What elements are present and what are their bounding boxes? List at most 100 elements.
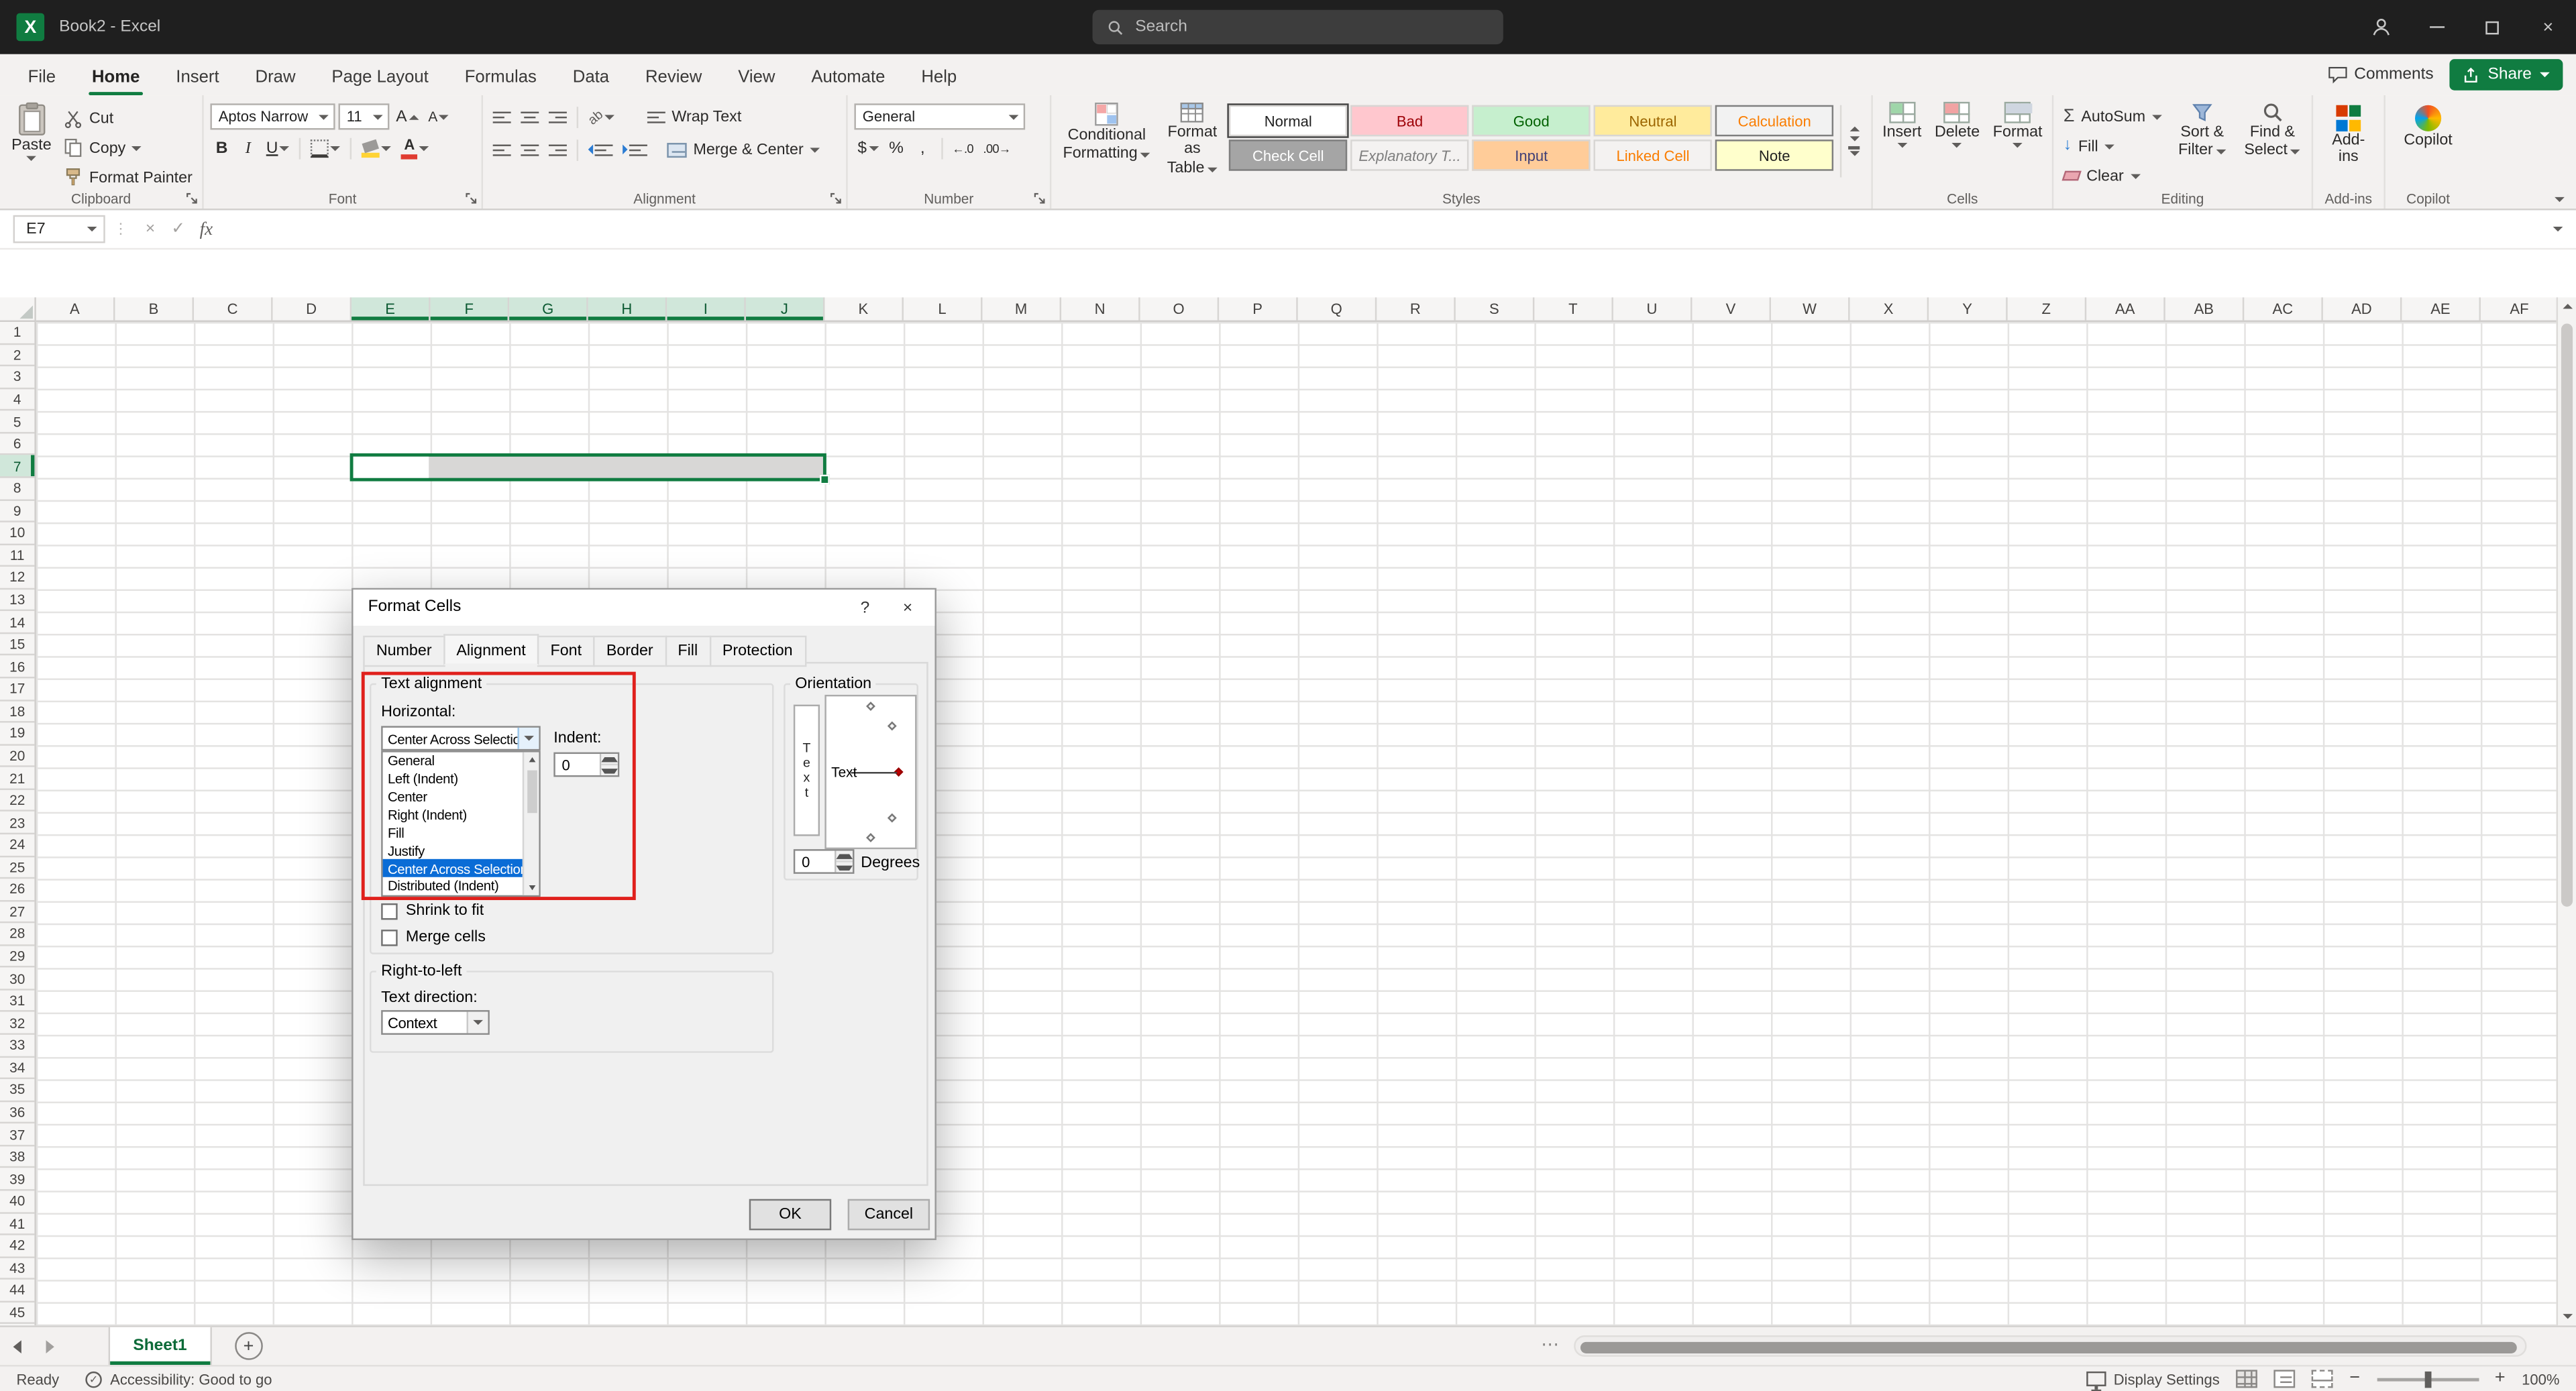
row-header-23[interactable]: 23 [0, 812, 34, 834]
underline-button[interactable]: U [263, 136, 293, 161]
row-header-7[interactable]: 7 [0, 455, 34, 478]
dialog-help-button[interactable]: ? [851, 595, 879, 621]
column-header-A[interactable]: A [36, 297, 115, 320]
vertical-scrollbar[interactable] [2557, 297, 2576, 1325]
alignment-dialog-launcher[interactable] [830, 192, 843, 206]
sheet-scroll-dots-icon[interactable]: ⋯ [1541, 1334, 1559, 1355]
dialog-close-button[interactable]: × [894, 595, 922, 621]
column-header-Y[interactable]: Y [1929, 297, 2008, 320]
zoom-out-button[interactable]: − [2349, 1370, 2360, 1388]
clear-button[interactable]: Clear [2060, 162, 2165, 188]
options-scroll-thumb[interactable] [527, 771, 537, 814]
column-header-AF[interactable]: AF [2481, 297, 2557, 320]
row-header-16[interactable]: 16 [0, 656, 34, 678]
page-break-view-button[interactable] [2312, 1370, 2333, 1388]
zoom-in-button[interactable]: + [2495, 1370, 2506, 1388]
option-distributed-indent[interactable]: Distributed (Indent) [383, 877, 525, 895]
accessibility-status[interactable]: ✓ Accessibility: Good to go [85, 1371, 272, 1387]
row-header-41[interactable]: 41 [0, 1213, 34, 1235]
borders-button[interactable] [308, 136, 344, 161]
cancel-entry-icon[interactable]: × [136, 220, 164, 238]
options-scroll-up-icon[interactable] [524, 757, 539, 762]
column-header-L[interactable]: L [904, 297, 983, 320]
active-cell[interactable] [354, 457, 429, 478]
column-header-AD[interactable]: AD [2323, 297, 2402, 320]
copy-chevron-icon[interactable] [132, 146, 142, 150]
comments-button[interactable]: Comments [2328, 66, 2434, 84]
option-general[interactable]: General [383, 753, 525, 771]
column-header-R[interactable]: R [1377, 297, 1456, 320]
conditional-formatting-chevron-icon[interactable] [1141, 153, 1151, 158]
share-button[interactable]: Share [2450, 59, 2563, 91]
comma-format-button[interactable]: , [911, 136, 934, 161]
row-header-15[interactable]: 15 [0, 634, 34, 656]
tab-formulas[interactable]: Formulas [447, 61, 555, 95]
selection-range[interactable] [350, 453, 826, 480]
fill-chevron-icon[interactable] [2104, 144, 2114, 148]
increase-decimal-button[interactable]: ←.0 [949, 136, 976, 161]
row-header-22[interactable]: 22 [0, 790, 34, 812]
shrink-to-fit-box-icon[interactable] [381, 903, 397, 919]
font-name-select[interactable]: Aptos Narrow [210, 103, 335, 129]
font-size-chevron-icon[interactable] [373, 114, 383, 119]
row-header-30[interactable]: 30 [0, 968, 34, 990]
dial-mark-45[interactable] [888, 722, 897, 731]
column-header-M[interactable]: M [982, 297, 1061, 320]
column-header-Z[interactable]: Z [2008, 297, 2087, 320]
addins-button[interactable]: Add-ins [2320, 103, 2377, 168]
degrees-spinner[interactable]: 0 [794, 849, 855, 874]
tab-home[interactable]: Home [74, 61, 158, 95]
column-header-D[interactable]: D [273, 297, 352, 320]
align-left-button[interactable] [490, 137, 515, 162]
dialog-titlebar[interactable]: Format Cells ? × [354, 590, 935, 626]
orientation-dial[interactable]: Text [824, 695, 916, 849]
name-box-chevron-icon[interactable] [87, 227, 97, 231]
column-header-AB[interactable]: AB [2165, 297, 2245, 320]
insert-function-icon[interactable]: fx [193, 219, 221, 239]
column-header-W[interactable]: W [1771, 297, 1850, 320]
row-header-9[interactable]: 9 [0, 500, 34, 522]
font-size-select[interactable]: 11 [338, 103, 389, 129]
format-as-table-chevron-icon[interactable] [1208, 167, 1218, 172]
cell-style-note[interactable]: Note [1715, 140, 1833, 171]
search-input[interactable]: Search [1093, 10, 1503, 44]
scroll-down-icon[interactable] [2558, 1314, 2576, 1319]
confirm-entry-icon[interactable]: ✓ [164, 220, 193, 238]
align-top-button[interactable] [490, 105, 515, 129]
row-header-25[interactable]: 25 [0, 856, 34, 879]
select-all-corner[interactable] [0, 297, 36, 322]
indent-spin-up-icon[interactable] [601, 754, 617, 765]
gallery-scroll-up-icon[interactable] [1849, 127, 1860, 132]
row-header-28[interactable]: 28 [0, 924, 34, 946]
cell-style-normal[interactable]: Normal [1229, 105, 1347, 137]
autosum-chevron-icon[interactable] [2152, 114, 2162, 119]
ok-button[interactable]: OK [749, 1199, 831, 1231]
dialog-tab-number[interactable]: Number [363, 636, 445, 667]
row-header-29[interactable]: 29 [0, 946, 34, 968]
account-button[interactable] [2353, 0, 2408, 54]
page-layout-view-button[interactable] [2274, 1370, 2296, 1388]
clear-chevron-icon[interactable] [2131, 173, 2141, 178]
format-cells-chevron-icon[interactable] [2012, 144, 2023, 148]
dialog-tab-font[interactable]: Font [537, 636, 595, 667]
collapse-ribbon-icon[interactable] [2555, 197, 2565, 202]
row-header-27[interactable]: 27 [0, 901, 34, 924]
styles-gallery-more-button[interactable] [1840, 105, 1866, 178]
row-header-44[interactable]: 44 [0, 1280, 34, 1302]
column-header-AA[interactable]: AA [2086, 297, 2165, 320]
row-header-24[interactable]: 24 [0, 834, 34, 856]
new-sheet-button[interactable]: + [235, 1332, 263, 1360]
options-list-scrollbar[interactable] [523, 753, 539, 895]
row-header-21[interactable]: 21 [0, 767, 34, 789]
column-header-K[interactable]: K [824, 297, 904, 320]
column-header-AC[interactable]: AC [2244, 297, 2323, 320]
insert-cells-chevron-icon[interactable] [1897, 144, 1907, 148]
horizontal-scrollbar[interactable] [1574, 1335, 2526, 1357]
name-box[interactable]: E7 [13, 215, 105, 243]
row-header-11[interactable]: 11 [0, 545, 34, 567]
cell-style-check-cell[interactable]: Check Cell [1229, 140, 1347, 171]
find-select-chevron-icon[interactable] [2291, 150, 2301, 154]
option-justify[interactable]: Justify [383, 842, 525, 860]
currency-format-button[interactable]: $ [854, 136, 881, 161]
fill-color-button[interactable] [358, 136, 394, 161]
